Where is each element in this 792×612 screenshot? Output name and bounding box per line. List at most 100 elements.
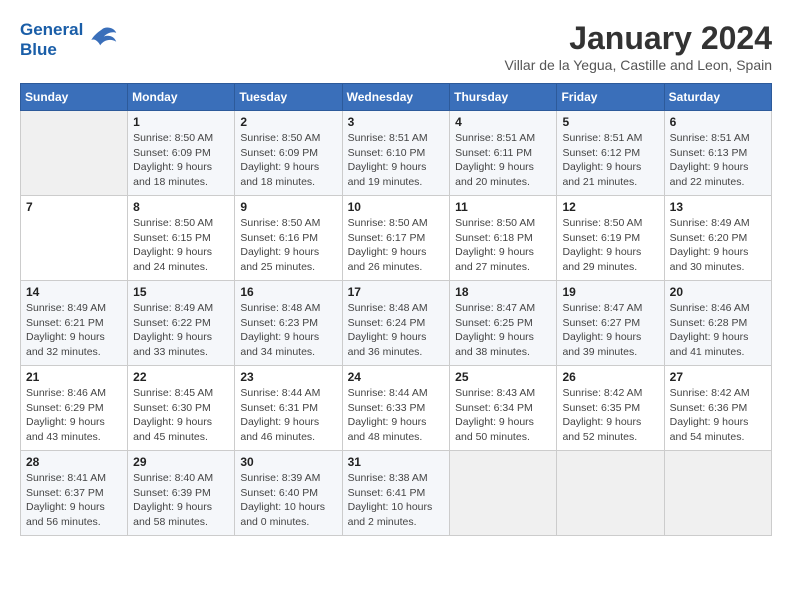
calendar-cell: 24 Sunrise: 8:44 AM Sunset: 6:33 PM Dayli…	[342, 366, 450, 451]
calendar-cell: 2 Sunrise: 8:50 AM Sunset: 6:09 PM Daylig…	[235, 111, 342, 196]
calendar-week-2: 78 Sunrise: 8:50 AM Sunset: 6:15 PM Dayli…	[21, 196, 772, 281]
day-number: 25	[455, 370, 551, 384]
day-number: 4	[455, 115, 551, 129]
day-info: Sunrise: 8:49 AM Sunset: 6:20 PM Dayligh…	[670, 216, 766, 275]
calendar-cell: 28Sunrise: 8:41 AM Sunset: 6:37 PM Dayli…	[21, 451, 128, 536]
weekday-header-friday: Friday	[557, 84, 664, 111]
calendar-cell: 23 Sunrise: 8:44 AM Sunset: 6:31 PM Dayli…	[235, 366, 342, 451]
day-info: Sunrise: 8:38 AM Sunset: 6:41 PM Dayligh…	[348, 471, 445, 530]
day-info: Sunrise: 8:42 AM Sunset: 6:35 PM Dayligh…	[562, 386, 658, 445]
calendar-cell: 13 Sunrise: 8:49 AM Sunset: 6:20 PM Dayli…	[664, 196, 771, 281]
calendar-week-5: 28Sunrise: 8:41 AM Sunset: 6:37 PM Dayli…	[21, 451, 772, 536]
day-info: Sunrise: 8:48 AM Sunset: 6:24 PM Dayligh…	[348, 301, 445, 360]
day-number: 22	[133, 370, 229, 384]
day-info: Sunrise: 8:50 AM Sunset: 6:17 PM Dayligh…	[348, 216, 445, 275]
calendar-cell: 20 Sunrise: 8:46 AM Sunset: 6:28 PM Dayli…	[664, 281, 771, 366]
calendar-cell: 29Sunrise: 8:40 AM Sunset: 6:39 PM Dayli…	[128, 451, 235, 536]
logo-text: General Blue	[20, 20, 83, 59]
calendar-cell: 25 Sunrise: 8:43 AM Sunset: 6:34 PM Dayli…	[450, 366, 557, 451]
calendar-week-4: 21Sunrise: 8:46 AM Sunset: 6:29 PM Dayli…	[21, 366, 772, 451]
day-info: Sunrise: 8:43 AM Sunset: 6:34 PM Dayligh…	[455, 386, 551, 445]
logo: General Blue	[20, 20, 118, 59]
day-number: 7	[26, 200, 122, 214]
calendar-cell: 9Sunrise: 8:50 AM Sunset: 6:16 PM Daylig…	[235, 196, 342, 281]
day-info: Sunrise: 8:39 AM Sunset: 6:40 PM Dayligh…	[240, 471, 336, 530]
day-number: 2	[240, 115, 336, 129]
month-title: January 2024	[505, 20, 773, 57]
day-info: Sunrise: 8:47 AM Sunset: 6:25 PM Dayligh…	[455, 301, 551, 360]
day-info: Sunrise: 8:49 AM Sunset: 6:21 PM Dayligh…	[26, 301, 122, 360]
day-number: 31	[348, 455, 445, 469]
calendar-cell: 7	[21, 196, 128, 281]
calendar-cell: 17 Sunrise: 8:48 AM Sunset: 6:24 PM Dayli…	[342, 281, 450, 366]
calendar-cell: 12 Sunrise: 8:50 AM Sunset: 6:19 PM Dayli…	[557, 196, 664, 281]
calendar-cell: 4Sunrise: 8:51 AM Sunset: 6:11 PM Daylig…	[450, 111, 557, 196]
calendar-cell: 8 Sunrise: 8:50 AM Sunset: 6:15 PM Daylig…	[128, 196, 235, 281]
day-number: 21	[26, 370, 122, 384]
calendar-cell: 5Sunrise: 8:51 AM Sunset: 6:12 PM Daylig…	[557, 111, 664, 196]
day-number: 14	[26, 285, 122, 299]
calendar-cell: 22 Sunrise: 8:45 AM Sunset: 6:30 PM Dayli…	[128, 366, 235, 451]
weekday-header-monday: Monday	[128, 84, 235, 111]
day-number: 3	[348, 115, 445, 129]
day-number: 28	[26, 455, 122, 469]
calendar-cell: 30 Sunrise: 8:39 AM Sunset: 6:40 PM Dayli…	[235, 451, 342, 536]
day-info: Sunrise: 8:50 AM Sunset: 6:18 PM Dayligh…	[455, 216, 551, 275]
day-info: Sunrise: 8:44 AM Sunset: 6:33 PM Dayligh…	[348, 386, 445, 445]
day-number: 23	[240, 370, 336, 384]
calendar-cell: 10 Sunrise: 8:50 AM Sunset: 6:17 PM Dayli…	[342, 196, 450, 281]
day-info: Sunrise: 8:46 AM Sunset: 6:28 PM Dayligh…	[670, 301, 766, 360]
day-number: 16	[240, 285, 336, 299]
day-number: 27	[670, 370, 766, 384]
calendar-cell: 19Sunrise: 8:47 AM Sunset: 6:27 PM Dayli…	[557, 281, 664, 366]
day-number: 11	[455, 200, 551, 214]
calendar-cell: 6Sunrise: 8:51 AM Sunset: 6:13 PM Daylig…	[664, 111, 771, 196]
day-number: 20	[670, 285, 766, 299]
day-info: Sunrise: 8:47 AM Sunset: 6:27 PM Dayligh…	[562, 301, 658, 360]
calendar-cell	[21, 111, 128, 196]
day-info: Sunrise: 8:50 AM Sunset: 6:09 PM Dayligh…	[240, 131, 336, 190]
calendar-cell	[664, 451, 771, 536]
calendar-cell: 16Sunrise: 8:48 AM Sunset: 6:23 PM Dayli…	[235, 281, 342, 366]
day-number: 8	[133, 200, 229, 214]
weekday-header-sunday: Sunday	[21, 84, 128, 111]
day-info: Sunrise: 8:51 AM Sunset: 6:10 PM Dayligh…	[348, 131, 445, 190]
calendar-cell: 1 Sunrise: 8:50 AM Sunset: 6:09 PM Daylig…	[128, 111, 235, 196]
day-info: Sunrise: 8:51 AM Sunset: 6:13 PM Dayligh…	[670, 131, 766, 190]
weekday-header-row: SundayMondayTuesdayWednesdayThursdayFrid…	[21, 84, 772, 111]
day-number: 30	[240, 455, 336, 469]
calendar-cell: 21Sunrise: 8:46 AM Sunset: 6:29 PM Dayli…	[21, 366, 128, 451]
calendar-cell: 3 Sunrise: 8:51 AM Sunset: 6:10 PM Daylig…	[342, 111, 450, 196]
title-block: January 2024 Villar de la Yegua, Castill…	[505, 20, 773, 73]
day-info: Sunrise: 8:49 AM Sunset: 6:22 PM Dayligh…	[133, 301, 229, 360]
calendar-cell	[450, 451, 557, 536]
day-info: Sunrise: 8:50 AM Sunset: 6:09 PM Dayligh…	[133, 131, 229, 190]
calendar-cell: 26Sunrise: 8:42 AM Sunset: 6:35 PM Dayli…	[557, 366, 664, 451]
calendar-cell: 14 Sunrise: 8:49 AM Sunset: 6:21 PM Dayli…	[21, 281, 128, 366]
weekday-header-thursday: Thursday	[450, 84, 557, 111]
calendar-cell: 27 Sunrise: 8:42 AM Sunset: 6:36 PM Dayli…	[664, 366, 771, 451]
calendar-week-3: 14 Sunrise: 8:49 AM Sunset: 6:21 PM Dayli…	[21, 281, 772, 366]
calendar-cell: 11 Sunrise: 8:50 AM Sunset: 6:18 PM Dayli…	[450, 196, 557, 281]
day-number: 13	[670, 200, 766, 214]
day-info: Sunrise: 8:44 AM Sunset: 6:31 PM Dayligh…	[240, 386, 336, 445]
day-number: 9	[240, 200, 336, 214]
calendar-cell	[557, 451, 664, 536]
day-number: 17	[348, 285, 445, 299]
logo-icon	[86, 24, 118, 56]
calendar-cell: 15 Sunrise: 8:49 AM Sunset: 6:22 PM Dayli…	[128, 281, 235, 366]
day-number: 29	[133, 455, 229, 469]
day-number: 12	[562, 200, 658, 214]
day-number: 1	[133, 115, 229, 129]
weekday-header-tuesday: Tuesday	[235, 84, 342, 111]
day-info: Sunrise: 8:50 AM Sunset: 6:19 PM Dayligh…	[562, 216, 658, 275]
day-number: 24	[348, 370, 445, 384]
day-info: Sunrise: 8:50 AM Sunset: 6:15 PM Dayligh…	[133, 216, 229, 275]
weekday-header-wednesday: Wednesday	[342, 84, 450, 111]
day-info: Sunrise: 8:42 AM Sunset: 6:36 PM Dayligh…	[670, 386, 766, 445]
day-number: 5	[562, 115, 658, 129]
day-number: 15	[133, 285, 229, 299]
day-info: Sunrise: 8:45 AM Sunset: 6:30 PM Dayligh…	[133, 386, 229, 445]
day-number: 10	[348, 200, 445, 214]
day-number: 18	[455, 285, 551, 299]
